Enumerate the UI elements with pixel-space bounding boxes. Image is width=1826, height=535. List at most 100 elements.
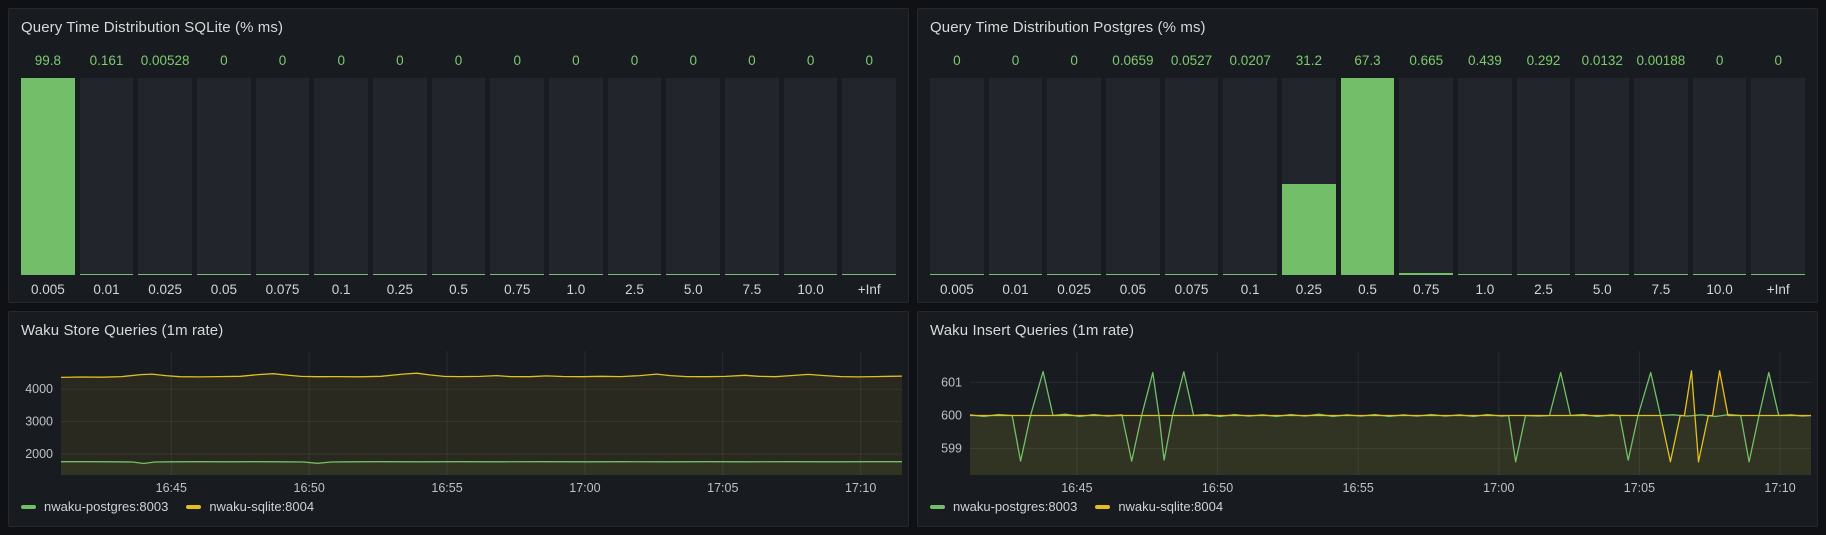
bar-fill xyxy=(1575,274,1629,276)
bar-bucket-label: 0.05 xyxy=(197,275,251,302)
histogram-bar-0.075: 00.075 xyxy=(256,52,310,302)
bar-track xyxy=(314,78,368,275)
bar-value-label: 0.00528 xyxy=(138,52,192,70)
bar-track xyxy=(549,78,603,275)
sqlite-histogram: 99.80.0050.1610.010.005280.02500.0500.07… xyxy=(9,38,908,302)
bar-track xyxy=(1751,78,1805,275)
bar-value-label: 0.0659 xyxy=(1106,52,1160,70)
bar-bucket-label: 0.1 xyxy=(1223,275,1277,302)
bar-fill xyxy=(930,274,984,276)
y-axis-tick-label: 3000 xyxy=(25,415,53,429)
panel-title-sqlite[interactable]: Query Time Distribution SQLite (% ms) xyxy=(9,9,908,38)
histogram-bar-10.0: 010.0 xyxy=(784,52,838,302)
legend-item-nwaku-postgres[interactable]: nwaku-postgres:8003 xyxy=(21,499,168,514)
store-queries-legend: nwaku-postgres:8003 nwaku-sqlite:8004 xyxy=(9,497,908,522)
y-axis-tick-label: 601 xyxy=(941,375,962,389)
bar-fill xyxy=(1693,274,1747,276)
bar-fill xyxy=(608,274,662,276)
y-axis-tick-label: 2000 xyxy=(25,447,53,461)
bar-track xyxy=(197,78,251,275)
histogram-bar-0.25: 31.2 0.25 xyxy=(1282,52,1336,302)
bar-value-label: 0.161 xyxy=(80,52,134,70)
bar-value-label: 0.292 xyxy=(1517,52,1571,70)
bar-value-label: 31.2 xyxy=(1282,52,1336,70)
bar-fill xyxy=(373,274,427,276)
bar-bucket-label: 0.01 xyxy=(989,275,1043,302)
series-area-fill xyxy=(970,371,1811,475)
bar-fill xyxy=(1223,274,1277,276)
bar-track xyxy=(1047,78,1101,275)
legend-item-nwaku-sqlite[interactable]: nwaku-sqlite:8004 xyxy=(1095,499,1223,514)
histogram-bar-0.005: 99.80.005 xyxy=(21,52,75,302)
bar-value-label: 99.8 xyxy=(21,52,75,70)
bar-value-label: 0 xyxy=(989,52,1043,70)
x-axis-tick-label: 16:50 xyxy=(294,481,325,495)
bar-bucket-label: 0.75 xyxy=(1399,275,1453,302)
bar-track xyxy=(490,78,544,275)
histogram-bar-0.5: 00.5 xyxy=(432,52,486,302)
y-axis-tick-label: 4000 xyxy=(25,382,53,396)
bar-track xyxy=(1106,78,1160,275)
bar-bucket-label: 0.5 xyxy=(1341,275,1395,302)
bar-fill xyxy=(1458,274,1512,276)
bar-track xyxy=(21,78,75,275)
store-queries-plot-area[interactable]: 20003000400016:4516:5016:5517:0017:0517:… xyxy=(21,343,904,497)
bar-track xyxy=(432,78,486,275)
bar-track xyxy=(138,78,192,275)
histogram-bar-0.25: 00.25 xyxy=(373,52,427,302)
panel-title-store-queries[interactable]: Waku Store Queries (1m rate) xyxy=(9,312,908,341)
x-axis-tick-label: 17:10 xyxy=(1764,481,1795,495)
bar-bucket-label: 7.5 xyxy=(725,275,779,302)
bar-value-label: 0 xyxy=(197,52,251,70)
bar-value-label: 0 xyxy=(1751,52,1805,70)
bar-bucket-label: 0.01 xyxy=(80,275,134,302)
histogram-bar-0.75: 00.75 xyxy=(490,52,544,302)
bar-value-label: 0.0527 xyxy=(1165,52,1219,70)
bar-bucket-label: +Inf xyxy=(842,275,896,302)
histogram-bar-0.075: 0.05270.075 xyxy=(1165,52,1219,302)
histogram-bar-+Inf: 0+Inf xyxy=(1751,52,1805,302)
bar-bucket-label: 0.25 xyxy=(1282,275,1336,302)
histogram-bar-0.025: 0 0.025 xyxy=(1047,52,1101,302)
bar-track xyxy=(725,78,779,275)
bar-value-label: 0.00188 xyxy=(1634,52,1688,70)
bar-value-label: 0 xyxy=(666,52,720,70)
legend-item-nwaku-sqlite[interactable]: nwaku-sqlite:8004 xyxy=(186,499,314,514)
panel-title-insert-queries[interactable]: Waku Insert Queries (1m rate) xyxy=(918,312,1817,341)
bar-value-label: 0 xyxy=(1693,52,1747,70)
insert-queries-plot-area[interactable]: 59960060116:4516:5016:5517:0017:0517:10 xyxy=(930,343,1813,497)
bar-track xyxy=(930,78,984,275)
bar-track xyxy=(256,78,310,275)
bar-fill xyxy=(842,274,896,276)
bar-value-label: 0 xyxy=(930,52,984,70)
bar-bucket-label: 10.0 xyxy=(1693,275,1747,302)
insert-queries-legend: nwaku-postgres:8003 nwaku-sqlite:8004 xyxy=(918,497,1817,522)
insert-queries-chart[interactable]: 59960060116:4516:5016:5517:0017:0517:10 xyxy=(930,343,1815,497)
bar-bucket-label: 0.25 xyxy=(373,275,427,302)
histogram-bar-0.025: 0.00528 0.025 xyxy=(138,52,192,302)
bar-track xyxy=(1399,78,1453,275)
bar-fill xyxy=(432,274,486,276)
panel-query-time-distribution-postgres: Query Time Distribution Postgres (% ms) … xyxy=(917,8,1818,303)
bar-bucket-label: 10.0 xyxy=(784,275,838,302)
store-queries-chart[interactable]: 20003000400016:4516:5016:5517:0017:0517:… xyxy=(21,343,906,497)
bar-value-label: 0 xyxy=(314,52,368,70)
legend-item-nwaku-postgres[interactable]: nwaku-postgres:8003 xyxy=(930,499,1077,514)
bar-value-label: 0 xyxy=(432,52,486,70)
bar-track xyxy=(1282,78,1336,275)
bar-bucket-label: 0.025 xyxy=(138,275,192,302)
bar-track xyxy=(1341,78,1395,275)
bar-fill xyxy=(314,274,368,276)
histogram-bar-0.05: 00.05 xyxy=(197,52,251,302)
bar-value-label: 0 xyxy=(1047,52,1101,70)
histogram-bar-+Inf: 0+Inf xyxy=(842,52,896,302)
bar-bucket-label: 0.025 xyxy=(1047,275,1101,302)
x-axis-tick-label: 16:55 xyxy=(1343,481,1374,495)
bar-bucket-label: 1.0 xyxy=(549,275,603,302)
bar-fill xyxy=(1517,274,1571,276)
bar-fill xyxy=(1634,274,1688,276)
bar-fill xyxy=(256,274,310,276)
bar-fill xyxy=(197,274,251,276)
panel-title-postgres[interactable]: Query Time Distribution Postgres (% ms) xyxy=(918,9,1817,38)
x-axis-tick-label: 17:05 xyxy=(1624,481,1655,495)
